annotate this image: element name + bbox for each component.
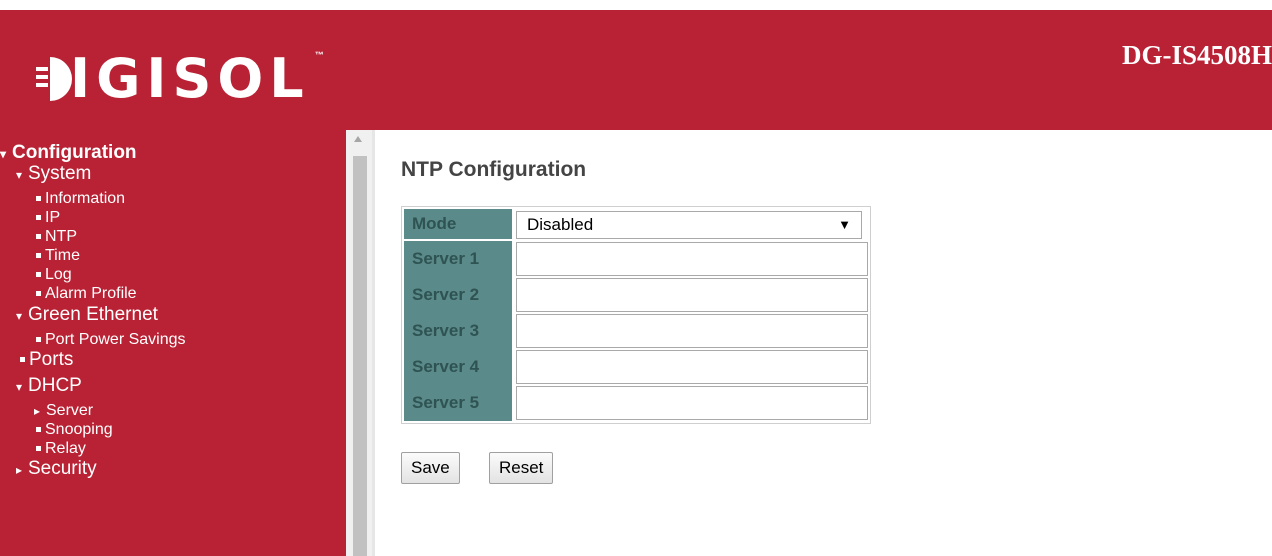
header-banner: IGISOL ™ DG-IS4508H [0,10,1272,130]
trademark-symbol: ™ [314,50,324,60]
mode-select[interactable]: Disabled ▼ [516,211,862,239]
server-4-label: Server 4 [404,349,512,385]
reset-button[interactable]: Reset [489,452,554,484]
mode-row: Mode Disabled ▼ [404,209,868,241]
sidebar-item-ports[interactable]: Ports [20,350,73,369]
save-button[interactable]: Save [401,452,460,484]
caret-down-icon: ▾ [16,309,23,323]
sidebar-item-information[interactable]: Information [36,190,125,208]
bullet-icon [36,272,41,278]
sidebar-nav: ▾ Configuration ▾ System Information IP NT… [0,130,346,556]
bullet-icon [36,291,41,297]
mode-select-value: Disabled [527,215,594,234]
model-name: DG-IS4508H [1121,40,1272,70]
bullet-icon [36,427,41,433]
server-2-row: Server 2 [404,277,868,313]
server-1-input[interactable] [516,242,868,276]
logo-d-mark [36,57,72,101]
server-5-input[interactable] [516,386,868,420]
page-title: NTP Configuration [401,158,587,181]
caret-right-icon: ▸ [34,404,41,418]
top-margin [0,0,1272,10]
bullet-icon [20,357,25,363]
bullet-icon [36,234,41,240]
server-1-label: Server 1 [404,241,512,277]
caret-right-icon: ▸ [16,463,23,477]
sidebar-item-server[interactable]: ▸ Server [34,402,93,420]
server-2-input[interactable] [516,278,868,312]
bullet-icon [36,446,41,452]
sidebar-item-alarm-profile[interactable]: Alarm Profile [36,285,137,303]
server-3-label: Server 3 [404,313,512,349]
sidebar-scrollbar[interactable] [346,130,372,556]
sidebar-item-port-power-savings[interactable]: Port Power Savings [36,331,186,349]
server-3-input[interactable] [516,314,868,348]
caret-down-icon: ▾ [16,380,23,394]
sidebar-item-security[interactable]: ▸ Security [16,459,97,479]
caret-down-icon: ▾ [16,168,23,182]
server-4-input[interactable] [516,350,868,384]
sidebar-item-relay[interactable]: Relay [36,440,86,458]
sidebar-item-ip[interactable]: IP [36,209,60,227]
main-content: NTP Configuration Mode Disabled ▼ Server… [375,130,1272,556]
sidebar-item-configuration[interactable]: ▾ Configuration [0,143,137,163]
server-5-row: Server 5 [404,385,868,421]
server-1-row: Server 1 [404,241,868,277]
server-3-row: Server 3 [404,313,868,349]
sidebar-item-log[interactable]: Log [36,266,72,284]
bullet-icon [36,253,41,259]
digisol-logo: IGISOL ™ [36,47,324,110]
ntp-config-table: Mode Disabled ▼ Server 1 Server 2 Server… [401,206,871,424]
sidebar-item-snooping[interactable]: Snooping [36,421,113,439]
scrollbar-thumb[interactable] [353,156,367,556]
sidebar-item-time[interactable]: Time [36,247,80,265]
mode-label: Mode [404,209,512,239]
sidebar-item-system[interactable]: ▾ System [16,164,91,184]
caret-down-icon: ▾ [0,147,7,161]
sidebar-item-dhcp[interactable]: ▾ DHCP [16,376,82,396]
server-2-label: Server 2 [404,277,512,313]
server-4-row: Server 4 [404,349,868,385]
sidebar-item-green-ethernet[interactable]: ▾ Green Ethernet [16,305,158,325]
sidebar-item-ntp[interactable]: NTP [36,228,77,246]
bullet-icon [36,215,41,221]
scroll-up-arrow-icon[interactable] [354,136,362,142]
dropdown-arrow-icon: ▼ [838,217,851,232]
logo-text: IGISOL [70,47,310,110]
bullet-icon [36,196,41,202]
bullet-icon [36,337,41,343]
server-5-label: Server 5 [404,385,512,421]
